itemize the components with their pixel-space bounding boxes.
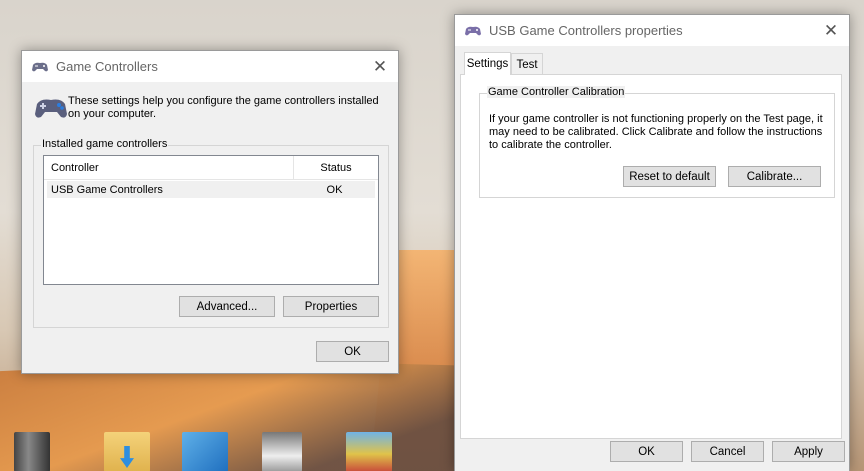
intro-text: These settings help you configure the ga… <box>68 95 379 120</box>
reset-to-default-button[interactable]: Reset to default <box>623 166 716 187</box>
close-icon: ✕ <box>823 20 839 40</box>
cancel-button[interactable]: Cancel <box>691 441 764 462</box>
gamepad-icon <box>34 95 68 121</box>
titlebar[interactable]: Game Controllers ✕ <box>22 51 398 82</box>
gamepad-icon <box>31 61 49 73</box>
tab-test[interactable]: Test <box>511 53 543 75</box>
column-header-controller[interactable]: Controller <box>44 156 294 179</box>
calibration-group: Game Controller Calibration If your game… <box>479 86 835 198</box>
close-button[interactable]: ✕ <box>813 15 849 46</box>
ok-button[interactable]: OK <box>316 341 389 362</box>
desktop-printer-icon[interactable] <box>262 432 302 471</box>
ok-button[interactable]: OK <box>610 441 683 462</box>
settings-tab-page: Game Controller Calibration If your game… <box>460 74 842 439</box>
desktop-control-panel-icon[interactable] <box>182 432 228 471</box>
group-label: Game Controller Calibration <box>487 86 626 98</box>
calibrate-button[interactable]: Calibrate... <box>728 166 821 187</box>
controller-status: OK <box>326 183 343 196</box>
apply-button[interactable]: Apply <box>772 441 845 462</box>
controller-name: USB Game Controllers <box>51 183 163 196</box>
controller-properties-window: USB Game Controllers properties ✕ Settin… <box>454 14 850 471</box>
advanced-button[interactable]: Advanced... <box>179 296 275 317</box>
properties-button[interactable]: Properties <box>283 296 379 317</box>
desktop-photo-icon[interactable] <box>346 432 392 471</box>
window-title: USB Game Controllers properties <box>489 23 683 38</box>
titlebar[interactable]: USB Game Controllers properties ✕ <box>455 15 849 46</box>
desktop-downloads-folder-icon[interactable] <box>104 432 150 471</box>
close-button[interactable]: ✕ <box>362 51 398 82</box>
game-controllers-window: Game Controllers ✕ These settings help y… <box>21 50 399 374</box>
calibration-text: If your game controller is not functioni… <box>489 113 823 151</box>
list-header: Controller Status <box>44 156 378 180</box>
window-title: Game Controllers <box>56 59 158 74</box>
group-label: Installed game controllers <box>41 138 169 150</box>
close-icon: ✕ <box>372 56 388 76</box>
column-header-status[interactable]: Status <box>294 156 378 179</box>
controllers-list[interactable]: Controller Status USB Game Controllers O… <box>43 155 379 285</box>
gamepad-icon <box>464 25 482 37</box>
desktop-server-icon[interactable] <box>14 432 50 471</box>
table-row[interactable]: USB Game Controllers OK <box>47 181 375 198</box>
tab-settings[interactable]: Settings <box>464 52 511 75</box>
